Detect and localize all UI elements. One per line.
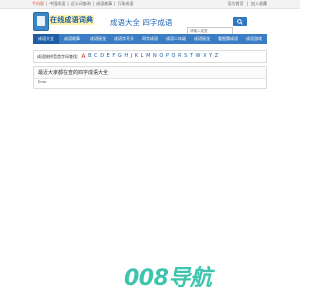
top-links: 手机版 | 中国成语 | 近义词查询 | 成语故事 | 万条成语 (32, 1, 133, 7)
alphabet-letter[interactable]: X (203, 53, 206, 60)
top-link-mobile[interactable]: 手机版 (32, 1, 44, 7)
alphabet-letter[interactable]: E (107, 53, 110, 60)
alphabet-letter[interactable]: P (166, 53, 169, 60)
alphabet-letter[interactable]: M (146, 53, 150, 60)
alphabet-index: 成语按拼音首字母查找: A B C D E F G H J K L M N O … (33, 50, 267, 63)
alphabet-letter[interactable]: W (196, 53, 201, 60)
top-link-separator: | (46, 1, 48, 6)
set-homepage-link[interactable]: 设为首页 (228, 1, 244, 7)
top-bar: 手机版 | 中国成语 | 近义词查询 | 成语故事 | 万条成语 设为首页 | … (0, 0, 300, 9)
alphabet-letter[interactable]: K (135, 53, 138, 60)
nav-item-grade-two[interactable]: 成语二年级 (163, 34, 189, 44)
top-link-idioms[interactable]: 中国成语 (49, 1, 65, 7)
alphabet-letter[interactable]: T (190, 53, 193, 60)
site-brand: 成语大全 四字成语 (110, 18, 173, 27)
nav-item-picture-guess[interactable]: 看图猜成语 (215, 34, 241, 44)
search-bar (187, 17, 247, 36)
nav-item-word-start[interactable]: 成语字开头 (111, 34, 137, 44)
alphabet-letter[interactable]: O (159, 53, 163, 60)
top-right-links: 设为首页 | 加入收藏 (228, 1, 267, 7)
site-logo[interactable]: 在线成语词典 (33, 11, 95, 31)
alphabet-letter[interactable]: H (124, 53, 128, 60)
alphabet-letter[interactable]: C (94, 53, 98, 60)
alphabet-letter[interactable]: D (100, 53, 104, 60)
result-body: Error (38, 80, 47, 84)
top-link-separator: | (67, 1, 69, 6)
top-link-separator: | (246, 1, 248, 6)
alphabet-letter[interactable]: S (184, 53, 187, 60)
top-link-more[interactable]: 万条成语 (117, 1, 133, 7)
nav-item-games[interactable]: 成语游戏 (241, 34, 267, 44)
add-favorite-link[interactable]: 加入收藏 (251, 1, 267, 7)
alphabet-letters: A B C D E F G H J K L M N O P Q R S T W … (81, 53, 218, 60)
alphabet-letter[interactable]: A (81, 53, 85, 60)
top-link-stories[interactable]: 成语故事 (96, 1, 112, 7)
nav-item-solitaire[interactable]: 成语接龙 (85, 34, 111, 44)
result-title: 最近大家都在查的四字成语大全 (38, 70, 109, 76)
alphabet-letter[interactable]: F (112, 53, 115, 60)
nav-item-stories[interactable]: 成语故事 (59, 34, 85, 44)
watermark-text: 008导航 (124, 266, 212, 291)
top-link-separator: | (114, 1, 116, 6)
alphabet-letter[interactable]: Z (215, 53, 218, 60)
top-link-separator: | (92, 1, 95, 6)
logo-text: 在线成语词典 (49, 15, 95, 25)
alphabet-label: 成语按拼音首字母查找: (37, 53, 79, 59)
main-nav: 成语大全 成语故事 成语接龙 成语字开头 四字成语 成语二年级 成语接龙 看图猜… (33, 34, 267, 44)
top-link-synonyms[interactable]: 近义词查询 (71, 1, 91, 7)
alphabet-letter[interactable]: Y (209, 53, 212, 60)
result-panel: 最近大家都在查的四字成语大全 Error (33, 66, 267, 89)
nav-item-four-char[interactable]: 四字成语 (137, 34, 163, 44)
nav-item-solitaire-2[interactable]: 成语接龙 (189, 34, 215, 44)
search-button[interactable] (233, 17, 247, 26)
book-icon (33, 12, 49, 31)
alphabet-letter[interactable]: L (141, 53, 144, 60)
alphabet-letter[interactable]: Q (171, 53, 175, 60)
search-icon (237, 18, 243, 25)
alphabet-letter[interactable]: J (131, 53, 132, 60)
alphabet-letter[interactable]: N (153, 53, 157, 60)
alphabet-letter[interactable]: B (88, 53, 91, 60)
alphabet-letter[interactable]: R (178, 53, 181, 60)
alphabet-letter[interactable]: G (118, 53, 122, 60)
nav-item-idiom-encyclopedia[interactable]: 成语大全 (33, 34, 59, 44)
watermark: 008导航 (124, 263, 212, 291)
